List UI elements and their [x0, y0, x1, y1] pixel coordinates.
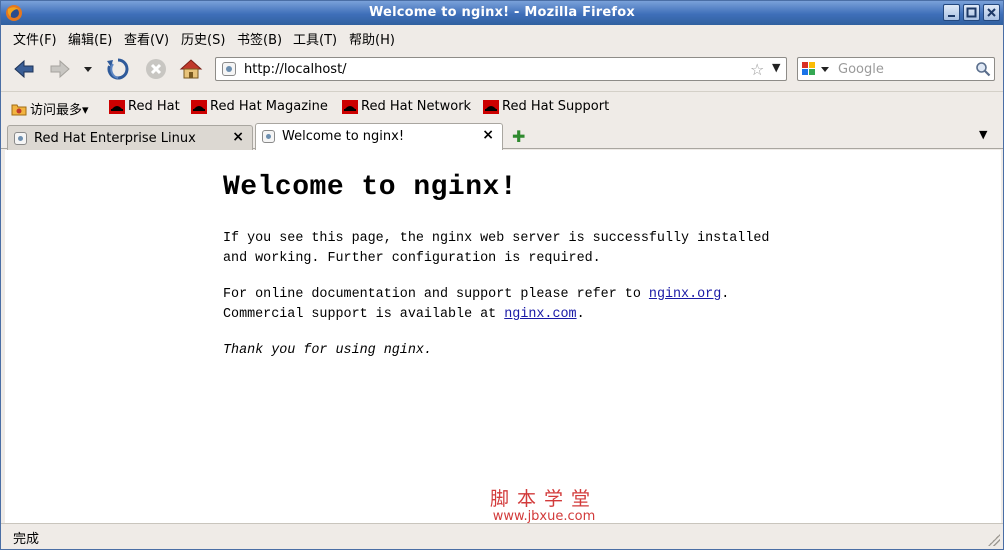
- menu-help[interactable]: 帮助(H): [349, 29, 395, 48]
- bookmark-label: Red Hat Magazine: [210, 99, 328, 114]
- minimize-button[interactable]: [943, 4, 960, 21]
- back-icon[interactable]: [11, 56, 37, 82]
- menu-bookmarks[interactable]: 书签(B): [237, 29, 282, 48]
- bookmark-label: 访问最多▾: [30, 103, 89, 118]
- commercial-text-period: .: [576, 307, 585, 322]
- redhat-icon: [483, 99, 499, 114]
- tab-favicon-icon: [262, 130, 275, 143]
- bookmark-red-hat[interactable]: Red Hat: [109, 99, 180, 114]
- menu-history[interactable]: 历史(S): [181, 29, 225, 48]
- nginx-org-link[interactable]: nginx.org: [649, 287, 721, 302]
- docs-paragraph: For online documentation and support ple…: [223, 285, 783, 325]
- status-bar: 完成: [1, 523, 1003, 549]
- page-heading: Welcome to nginx!: [223, 172, 518, 203]
- maximize-button[interactable]: [963, 4, 980, 21]
- tab-welcome-to-nginx[interactable]: Welcome to nginx! ×: [255, 123, 503, 150]
- menu-tools[interactable]: 工具(T): [293, 29, 337, 48]
- commercial-text: Commercial support is available at: [223, 307, 505, 322]
- title-bar: Welcome to nginx! - Mozilla Firefox: [1, 1, 1003, 25]
- thanks-text: Thank you for using nginx.: [223, 343, 432, 358]
- reload-icon[interactable]: [105, 56, 131, 82]
- menu-file[interactable]: 文件(F): [13, 29, 57, 48]
- window-title: Welcome to nginx! - Mozilla Firefox: [368, 5, 636, 20]
- home-icon[interactable]: [178, 56, 204, 82]
- bookmark-most-visited[interactable]: 访问最多▾: [11, 99, 89, 118]
- bookmark-label: Red Hat Network: [361, 99, 472, 114]
- watermark-chinese: 脚本学堂: [490, 488, 599, 510]
- tab-strip: Red Hat Enterprise Linux × Welcome to ng…: [1, 123, 1003, 150]
- address-bar[interactable]: ☆ ▼: [215, 57, 787, 81]
- tab-label: Welcome to nginx!: [282, 129, 405, 144]
- folder-icon: [11, 104, 27, 115]
- resize-grip[interactable]: [988, 534, 1000, 546]
- nginx-com-link[interactable]: nginx.com: [504, 307, 576, 322]
- search-input[interactable]: [838, 60, 974, 78]
- site-favicon-icon: [222, 62, 236, 76]
- menu-view[interactable]: 查看(V): [124, 29, 169, 48]
- stop-icon[interactable]: [143, 56, 169, 82]
- bookmark-red-hat-network[interactable]: Red Hat Network: [342, 99, 471, 114]
- browser-window: Welcome to nginx! - Mozilla Firefox 文件(F…: [0, 0, 1004, 550]
- intro-paragraph: If you see this page, the nginx web serv…: [223, 231, 770, 266]
- page-content: Welcome to nginx! If you see this page, …: [5, 150, 1001, 524]
- forward-icon[interactable]: [47, 56, 73, 82]
- tab-close-icon[interactable]: ×: [232, 129, 244, 145]
- watermark-url: www.jbxue.com: [492, 509, 596, 524]
- bookmark-star-icon[interactable]: ☆: [750, 60, 764, 79]
- redhat-icon: [109, 99, 125, 114]
- close-window-button[interactable]: [983, 4, 1000, 21]
- menu-bar: 文件(F) 编辑(E) 查看(V) 历史(S) 书签(B) 工具(T) 帮助(H…: [1, 25, 1003, 49]
- docs-text-period: .: [721, 287, 730, 302]
- bookmark-red-hat-support[interactable]: Red Hat Support: [483, 99, 609, 114]
- thanks-paragraph: Thank you for using nginx.: [223, 341, 783, 361]
- watermark: 脚本学堂 www.jbxue.com: [490, 484, 598, 524]
- bookmark-red-hat-magazine[interactable]: Red Hat Magazine: [191, 99, 328, 114]
- bookmarks-toolbar: 访问最多▾ Red Hat Red Hat Magazine Red Hat N…: [1, 91, 1003, 121]
- url-dropdown-icon[interactable]: ▼: [772, 61, 780, 74]
- tab-close-icon[interactable]: ×: [482, 127, 494, 143]
- maximize-icon: [966, 7, 977, 18]
- bookmark-label: Red Hat: [128, 99, 180, 114]
- menu-edit[interactable]: 编辑(E): [68, 29, 112, 48]
- redhat-icon: [191, 99, 207, 114]
- history-dropdown-icon[interactable]: [79, 56, 97, 82]
- close-icon: [987, 8, 996, 17]
- redhat-icon: [342, 99, 358, 114]
- status-text: 完成: [13, 532, 40, 547]
- tab-label: Red Hat Enterprise Linux: [34, 131, 196, 146]
- bookmark-label: Red Hat Support: [502, 99, 610, 114]
- tab-favicon-icon: [14, 132, 27, 145]
- search-icon[interactable]: [975, 61, 991, 77]
- tab-list-dropdown-icon[interactable]: ▼: [979, 128, 987, 141]
- docs-text: For online documentation and support ple…: [223, 287, 649, 302]
- google-engine-icon[interactable]: [801, 61, 833, 77]
- nginx-welcome-page: Welcome to nginx! If you see this page, …: [223, 172, 783, 377]
- search-bar[interactable]: [797, 57, 995, 81]
- minimize-icon: [948, 15, 955, 17]
- tab-red-hat-enterprise-linux[interactable]: Red Hat Enterprise Linux ×: [7, 125, 253, 150]
- url-input[interactable]: [244, 60, 744, 78]
- new-tab-icon[interactable]: ✚: [512, 127, 525, 146]
